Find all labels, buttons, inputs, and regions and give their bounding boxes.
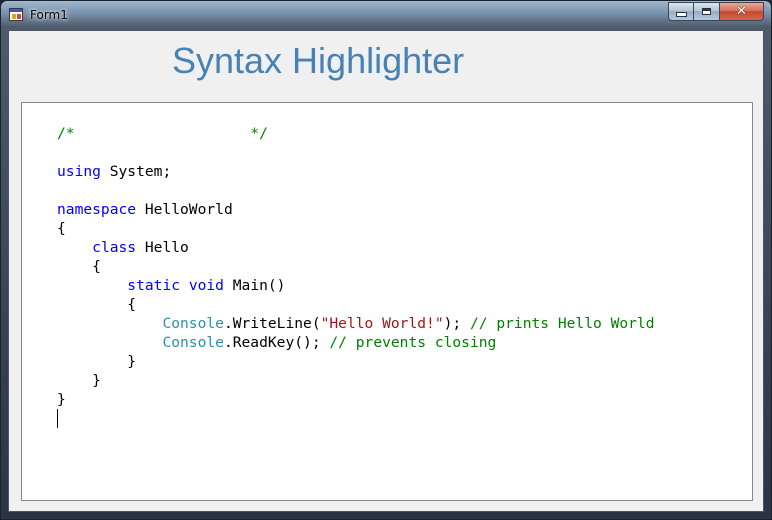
maximize-icon [702,8,711,15]
code-token-comment: // prints Hello World [469,315,655,332]
code-token-type: Console [162,315,224,332]
code-line: { [57,257,655,276]
code-token-plain: .WriteLine( [223,315,321,332]
code-token-plain: HelloWorld [136,201,233,218]
close-button[interactable]: ✕ [720,2,764,21]
title-bar[interactable]: Form1 ✕ [1,1,771,29]
code-token-plain: ); [443,315,470,332]
form-icon[interactable] [9,8,23,21]
code-token-keyword: void [188,277,224,294]
code-line: Console.WriteLine("Hello World!"); // pr… [57,314,655,333]
code-editor[interactable]: /* */ using System; namespace HelloWorld… [21,102,753,501]
code-token-comment: /* */ [57,125,268,142]
code-line [57,409,655,428]
form-icon-pane [12,14,16,19]
code-line: namespace HelloWorld [57,200,655,219]
code-line: } [57,371,655,390]
window-title: Form1 [30,8,68,22]
page-title: Syntax Highlighter [172,40,465,81]
code-token-plain: } [57,353,137,370]
text-caret [57,409,58,428]
code-token-plain: } [57,391,66,408]
app-window: Form1 ✕ Syntax Highlighter /* */ using S… [0,0,772,520]
code-line: static void Main() [57,276,655,295]
code-line: /* */ [57,124,655,143]
form-icon-bar [10,9,22,12]
code-token-keyword: namespace [57,201,137,218]
code-token-keyword: static [127,277,181,294]
code-token-keyword: using [57,163,101,180]
code-token-comment: // prevents closing [329,334,497,351]
code-token-plain: Hello [136,239,189,256]
code-token-plain: .ReadKey(); [223,334,330,351]
code-token-string: "Hello World!" [320,315,444,332]
code-line: Console.ReadKey(); // prevents closing [57,333,655,352]
code-token-keyword: class [92,239,137,256]
code-token-plain: { [57,220,66,237]
minimize-icon [675,12,687,17]
code-token-plain: { [57,296,137,313]
code-token-plain: } [57,372,101,389]
code-line: { [57,219,655,238]
code-line: } [57,390,655,409]
maximize-button[interactable] [694,2,720,21]
code-line: } [57,352,655,371]
code-text[interactable]: /* */ using System; namespace HelloWorld… [57,124,655,428]
close-icon: ✕ [736,4,747,19]
minimize-button[interactable] [668,2,694,21]
code-token-type: Console [162,334,224,351]
code-line: using System; [57,162,655,181]
code-line: class Hello [57,238,655,257]
code-token-plain: System; [100,163,172,180]
form-client-area: Syntax Highlighter /* */ using System; n… [8,30,764,512]
code-line: { [57,295,655,314]
code-token-plain: { [57,258,101,275]
caption-buttons: ✕ [668,2,764,21]
form-icon-pane [17,14,21,19]
code-token-plain: Main() [223,277,286,294]
